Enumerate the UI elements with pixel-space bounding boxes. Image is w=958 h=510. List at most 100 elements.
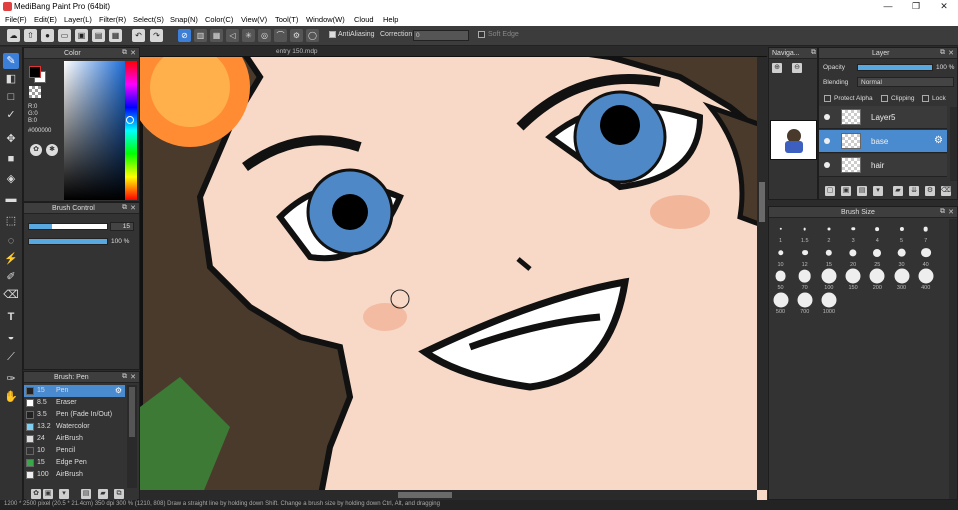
snap-extra-icon[interactable]: ◯ [306,29,319,42]
image-icon[interactable]: ▣ [75,29,88,42]
snap-circle-icon[interactable]: ◎ [258,29,271,42]
layer-row[interactable]: hair [819,154,947,177]
gradient-tool-icon[interactable]: ▬ [3,191,19,207]
check-tool-icon[interactable]: ✓ [3,107,19,123]
select-eraser-icon[interactable]: ⌫ [3,287,19,303]
brush-size-option[interactable]: 7 [914,221,937,244]
menu-file[interactable]: File(F) [5,15,27,24]
minimize-button[interactable]: — [878,1,898,13]
brush-item[interactable]: 3.5 Pen (Fade In/Out) [24,409,125,421]
brush-size-slider[interactable] [28,223,108,230]
brush-size-option[interactable]: 500 [769,292,792,315]
fill-tool-icon[interactable]: ◈ [3,171,19,187]
panel-close-icon[interactable]: ✕ [130,49,136,57]
maximize-button[interactable]: ❐ [906,1,926,13]
menu-edit[interactable]: Edit(E) [34,15,57,24]
brush-size-option[interactable]: 700 [793,292,816,315]
eye-icon[interactable] [824,138,830,144]
menu-filter[interactable]: Filter(R) [99,15,126,24]
hand-tool-icon[interactable]: ✋ [3,389,19,405]
brush-size-option[interactable]: 1 [769,221,792,244]
new-8bit-layer-icon[interactable]: ▤ [857,186,867,196]
brush-opacity-slider[interactable] [28,238,108,245]
snap-parallel-icon[interactable]: ▥ [194,29,207,42]
copy-brush-icon[interactable]: ▤ [81,489,91,499]
brush-size-option[interactable]: 25 [866,245,889,268]
brush-size-option[interactable]: 70 [793,268,816,291]
brush-size-option[interactable]: 3 [842,221,865,244]
brush-size-option[interactable]: 100 [817,268,840,291]
merge-layer-icon[interactable]: ⇊ [909,186,919,196]
navigator-thumbnail[interactable] [770,120,817,160]
panel-close-icon[interactable]: ✕ [948,49,954,57]
snap-off-icon[interactable]: ⊘ [178,29,191,42]
blending-select[interactable]: Normal [857,77,954,87]
zoom-in-icon[interactable]: ⊕ [772,63,782,73]
redo-button[interactable]: ↷ [150,29,163,42]
brush-size-option[interactable]: 200 [866,268,889,291]
eye-icon[interactable] [824,162,830,168]
brush-size-option[interactable]: 50 [769,268,792,291]
layer-gear-icon[interactable]: ⚙ [934,135,943,146]
panel-close-icon[interactable]: ✕ [130,204,136,212]
color-palette-icon[interactable]: ✿ [30,144,42,156]
clipping-checkbox[interactable] [881,95,888,102]
panel-close-icon[interactable]: ✕ [948,208,954,216]
brush-menu-icon[interactable]: ▾ [59,489,69,499]
rectangle-tool-icon[interactable]: □ [3,89,19,105]
snap-perspective-icon[interactable]: ◁ [226,29,239,42]
menu-layer[interactable]: Layer(L) [64,15,92,24]
brush-size-option[interactable]: 400 [914,268,937,291]
cloud-icon[interactable]: ☁ [7,29,20,42]
select-tool-icon[interactable]: ⬚ [3,213,19,229]
panel-float-icon[interactable]: ⧉ [122,373,127,381]
brush-size-option[interactable]: 150 [842,268,865,291]
layer-folder-icon[interactable]: ▰ [893,186,903,196]
menu-snap[interactable]: Snap(N) [170,15,198,24]
brush-item[interactable]: 8.5 Eraser [24,397,125,409]
menu-window[interactable]: Window(W) [306,15,345,24]
brush-tool-icon[interactable]: ✎ [3,53,19,69]
brush-item[interactable]: 24 AirBrush [24,433,125,445]
snap-radial-icon[interactable]: ✳ [242,29,255,42]
chat-icon[interactable]: ▭ [58,29,71,42]
move-tool-icon[interactable]: ✥ [3,131,19,147]
canvas-horizontal-scrollbar[interactable] [140,490,757,500]
add-brush-icon[interactable]: ✿ [31,489,41,499]
menu-cloud[interactable]: Cloud [354,15,374,24]
panel-close-icon[interactable]: ⧉ [811,49,816,57]
pen-settings-icon[interactable]: ✑ [3,371,19,387]
lasso-tool-icon[interactable]: ◌ [3,233,19,249]
text-tool-icon[interactable]: T [3,309,19,325]
new-layer-icon[interactable]: ▢ [825,186,835,196]
brush-item-selected[interactable]: 15 Pen ⚙ [24,385,125,397]
panel-float-icon[interactable]: ⧉ [122,49,127,57]
lock-checkbox[interactable] [922,95,929,102]
shape-tool-icon[interactable]: ■ [3,151,19,167]
protect-alpha-checkbox[interactable] [824,95,831,102]
select-pen-icon[interactable]: ✐ [3,269,19,285]
divide-tool-icon[interactable]: ◒ [3,329,19,345]
brush-size-scrollbar[interactable] [949,219,957,499]
brush-size-option[interactable]: 4 [866,221,889,244]
panel-float-icon[interactable]: ⧉ [940,49,945,57]
color-picker-field[interactable] [64,61,125,200]
panel-close-icon[interactable]: ✕ [130,373,136,381]
document-tab[interactable]: entry 150.mdp [140,47,767,57]
brush-size-option[interactable]: 300 [890,268,913,291]
undo-button[interactable]: ↶ [132,29,145,42]
brush-size-option[interactable]: 10 [769,245,792,268]
brush-size-option[interactable]: 40 [914,245,937,268]
eraser-tool-icon[interactable]: ◧ [3,71,19,87]
brush-size-option[interactable]: 30 [890,245,913,268]
layer-list-scrollbar[interactable] [950,107,957,181]
menu-view[interactable]: View(V) [241,15,267,24]
menu-select[interactable]: Select(S) [133,15,164,24]
snap-curve-icon[interactable]: ⌒ [274,29,287,42]
snap-grid-icon[interactable]: ▦ [210,29,223,42]
layer-menu-icon[interactable]: ▾ [873,186,883,196]
antialiasing-checkbox[interactable] [329,31,336,38]
brush-size-option[interactable]: 1.5 [793,221,816,244]
soft-edge-checkbox[interactable] [478,31,485,38]
layer-row[interactable]: Layer5 [819,106,947,129]
